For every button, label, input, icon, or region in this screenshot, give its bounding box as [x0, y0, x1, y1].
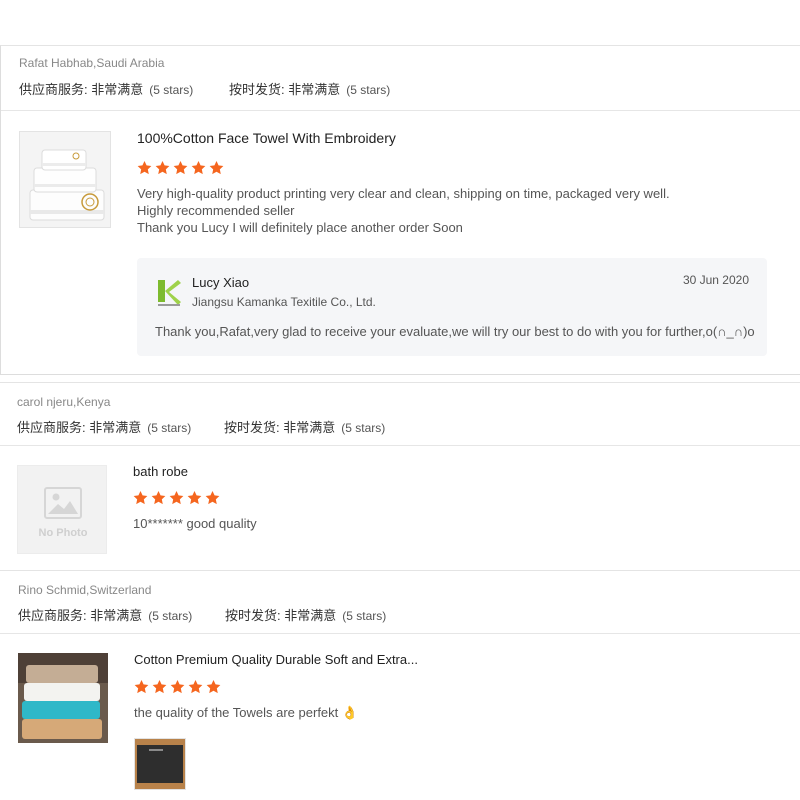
supplier-reply: Lucy Xiao Jiangsu Kamanka Texitile Co., …	[137, 258, 767, 356]
supplier-service-label: 供应商服务: 非常满意	[19, 82, 144, 97]
review-card: Rino Schmid,Switzerland 供应商服务: 非常满意 (5 st…	[0, 570, 800, 800]
star-icon	[187, 491, 202, 505]
review-text: 10******* good quality	[133, 515, 257, 532]
on-time-shipping-label: 按时发货: 非常满意	[225, 608, 337, 623]
product-thumbnail[interactable]: No Photo	[17, 465, 107, 554]
star-icon	[191, 161, 206, 175]
supplier-service-stars: (5 stars)	[147, 421, 192, 435]
review-text-line: 10******* good quality	[133, 516, 257, 531]
supplier-service-rating: 供应商服务: 非常满意 (5 stars)	[17, 417, 191, 436]
product-title[interactable]: Cotton Premium Quality Durable Soft and …	[134, 652, 418, 667]
on-time-shipping-stars: (5 stars)	[342, 609, 387, 623]
review-text: Very high-quality product printing very …	[137, 185, 670, 236]
towel-stack-image	[18, 653, 108, 743]
supplier-service-rating: 供应商服务: 非常满意 (5 stars)	[18, 605, 192, 624]
star-icon	[134, 680, 149, 694]
supplier-service-stars: (5 stars)	[149, 83, 194, 97]
review-text-line: the quality of the Towels are perfekt 👌	[134, 705, 359, 720]
on-time-shipping-stars: (5 stars)	[346, 83, 391, 97]
on-time-shipping-rating: 按时发货: 非常满意 (5 stars)	[229, 79, 390, 98]
divider	[0, 633, 800, 634]
on-time-shipping-rating: 按时发货: 非常满意 (5 stars)	[224, 417, 385, 436]
reply-author-name: Lucy Xiao	[192, 275, 250, 290]
product-thumbnail[interactable]	[19, 131, 111, 228]
divider	[0, 445, 800, 446]
supplier-service-label: 供应商服务: 非常满意	[18, 608, 143, 623]
star-icon	[152, 680, 167, 694]
star-icon	[188, 680, 203, 694]
reply-date: 30 Jun 2020	[682, 273, 749, 287]
star-icon	[206, 680, 221, 694]
star-rating	[133, 679, 222, 695]
product-thumbnail[interactable]	[18, 653, 108, 743]
review-text-line: Thank you Lucy I will definitely place a…	[137, 220, 463, 235]
star-icon	[170, 680, 185, 694]
star-icon	[169, 491, 184, 505]
buyer-name: carol njeru,Kenya	[17, 395, 111, 409]
on-time-shipping-label: 按时发货: 非常满意	[224, 420, 336, 435]
reply-text: Thank you,Rafat,very glad to receive you…	[155, 324, 755, 339]
star-icon	[137, 161, 152, 175]
k-logo-icon	[158, 280, 181, 306]
on-time-shipping-stars: (5 stars)	[341, 421, 386, 435]
review-card: Rafat Habhab,Saudi Arabia 供应商服务: 非常满意 (5 …	[0, 45, 800, 375]
towel-image	[20, 132, 110, 227]
review-text-line: Very high-quality product printing very …	[137, 186, 670, 201]
divider	[1, 110, 800, 111]
image-placeholder-icon	[44, 487, 82, 519]
product-title[interactable]: bath robe	[133, 464, 188, 479]
star-icon	[151, 491, 166, 505]
reply-company: Jiangsu Kamanka Texitile Co., Ltd.	[192, 295, 376, 309]
review-photo[interactable]	[134, 738, 186, 790]
star-icon	[155, 161, 170, 175]
star-rating	[132, 490, 221, 506]
supplier-service-label: 供应商服务: 非常满意	[17, 420, 142, 435]
review-card: carol njeru,Kenya 供应商服务: 非常满意 (5 stars) 按…	[0, 382, 800, 570]
on-time-shipping-label: 按时发货: 非常满意	[229, 82, 341, 97]
supplier-service-rating: 供应商服务: 非常满意 (5 stars)	[19, 79, 193, 98]
buyer-name: Rino Schmid,Switzerland	[18, 583, 152, 597]
on-time-shipping-rating: 按时发货: 非常满意 (5 stars)	[225, 605, 386, 624]
review-photo-image	[135, 739, 185, 789]
star-icon	[133, 491, 148, 505]
star-icon	[205, 491, 220, 505]
review-text: the quality of the Towels are perfekt 👌	[134, 704, 358, 721]
supplier-service-stars: (5 stars)	[148, 609, 193, 623]
buyer-name: Rafat Habhab,Saudi Arabia	[19, 56, 165, 70]
review-text-line: Highly recommended seller	[137, 203, 295, 218]
star-icon	[173, 161, 188, 175]
star-rating	[136, 160, 225, 176]
star-icon	[209, 161, 224, 175]
product-title[interactable]: 100%Cotton Face Towel With Embroidery	[137, 130, 396, 146]
no-photo-label: No Photo	[38, 527, 88, 539]
